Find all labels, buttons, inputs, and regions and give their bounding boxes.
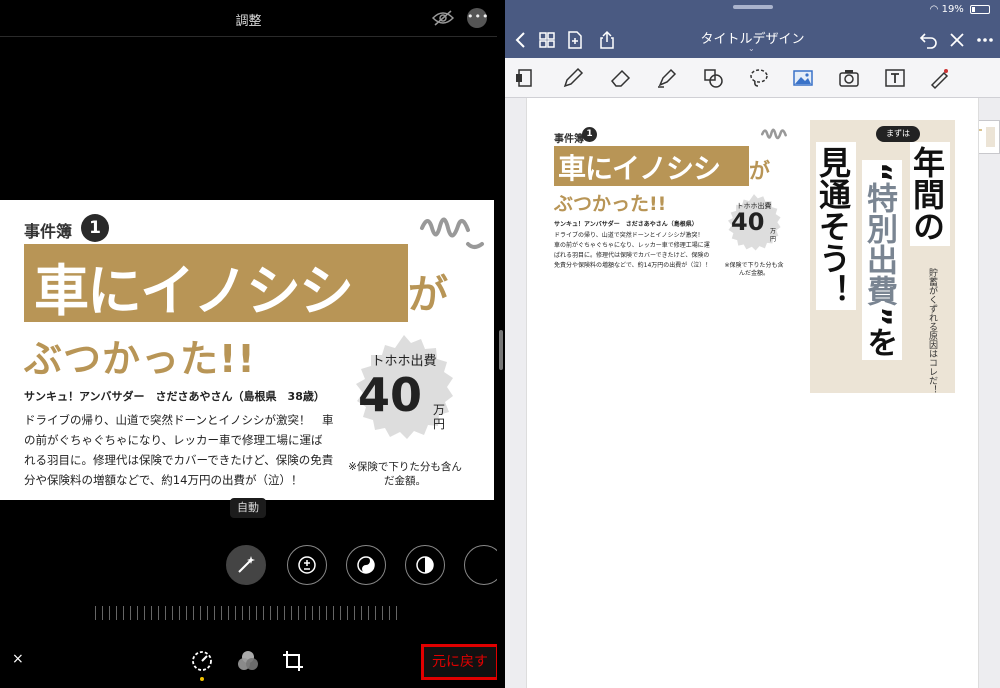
contrast-button[interactable]: [405, 545, 445, 585]
magic-wand-icon: [238, 556, 255, 573]
hide-eye-icon[interactable]: [432, 10, 454, 26]
cover-title-highlight: 特別出費: [861, 182, 897, 307]
stamp-label: トホホ出費: [371, 354, 437, 369]
contrast-icon: [416, 556, 434, 574]
case-label: 事件簿: [24, 222, 73, 241]
more-options-icon[interactable]: •••: [467, 8, 488, 28]
stamp-unit: 万円: [770, 228, 777, 243]
cancel-icon[interactable]: ×: [12, 651, 24, 667]
article-body: ドライブの帰り、山道で突然ドーンとイノシシが激突！ 車の前がぐちゃぐちゃになり、…: [554, 232, 712, 269]
stamp-note: ※保険で下りた分も含んだ金額。: [348, 461, 462, 487]
squiggle-decoration-icon: [420, 217, 484, 249]
notes-header: ◠ 19% タイトルデザイン ⌄: [505, 0, 1000, 58]
brilliance-button[interactable]: [346, 545, 386, 585]
auto-label: 自動: [230, 498, 266, 518]
yin-yang-icon: [357, 556, 375, 574]
exposure-button[interactable]: [287, 545, 327, 585]
more-icon[interactable]: [975, 30, 995, 50]
article-body: ドライブの帰り、山道で突然ドーンとイノシシが激突！ 車の前がぐちゃぐちゃになり、…: [24, 413, 334, 487]
title-chevron-icon[interactable]: ⌄: [748, 44, 755, 53]
cover-subtitle: 貯蓄がくずれる原因はコレだ！: [927, 268, 937, 394]
eraser-icon[interactable]: [609, 66, 633, 90]
top-divider: [0, 36, 497, 37]
highlighter-icon[interactable]: [655, 66, 679, 90]
cover-title-col1: 年間の: [908, 142, 950, 246]
editor-title: 調整: [235, 14, 262, 29]
byline: サンキュ！アンバサダー さださあやさん（島根県 38歳）: [24, 390, 325, 403]
headline: 車にイノシシ: [558, 152, 721, 185]
wifi-icon: ◠: [929, 4, 939, 15]
adjust-dial-icon[interactable]: [190, 649, 214, 673]
photo-editor-pane: 調整 ••• 事件簿 1 車にイノシシ が ぶつかった!! サンキュ！アンバサダ…: [0, 0, 504, 688]
squiggle-decoration-icon: [760, 128, 787, 140]
notebook-page[interactable]: 事件簿 1 車にイノシシ が ぶつかった!! サンキュ！アンバサダー さださあや…: [526, 98, 979, 688]
filters-icon[interactable]: [236, 649, 260, 673]
cover-title-col3: 見通そう！: [814, 142, 856, 310]
battery-icon: [970, 4, 990, 14]
active-tab-dot: [200, 677, 204, 681]
status-bar: ◠ 19%: [930, 4, 990, 15]
headline-suffix: が: [408, 272, 448, 318]
stamp-amount: 40: [358, 368, 423, 422]
headline-suffix: が: [749, 159, 770, 183]
byline: サンキュ！アンバサダー さださあやさん（島根県）: [554, 221, 698, 228]
image-icon[interactable]: [791, 66, 815, 90]
cover-quote-close: ”を: [861, 306, 897, 358]
split-view-handle[interactable]: [499, 330, 503, 370]
exposure-icon: [298, 556, 316, 574]
revert-button[interactable]: 元に戻す: [421, 644, 499, 680]
notes-app-pane: ◠ 19% タイトルデザイン ⌄ 事件簿 1 車にイノシシ が ぶつかった!! …: [505, 0, 1000, 688]
page-layout-icon[interactable]: [513, 66, 537, 90]
pen-icon[interactable]: [561, 66, 585, 90]
crop-rotate-icon[interactable]: [281, 649, 305, 673]
undo-icon[interactable]: [919, 30, 939, 50]
subheadline: ぶつかった!!: [24, 337, 256, 381]
stamp-note: ※保険で下りた分も含んだ金額。: [724, 262, 784, 277]
camera-icon[interactable]: [837, 66, 861, 90]
cover-badge: まずは: [876, 126, 920, 142]
lasso-icon[interactable]: [747, 66, 771, 90]
headline: 車にイノシシ: [34, 259, 354, 323]
auto-enhance-button[interactable]: [226, 545, 266, 585]
subheadline: ぶつかった!!: [554, 193, 667, 215]
adjust-slider[interactable]: [95, 606, 403, 620]
multitask-grabber[interactable]: [733, 5, 773, 9]
stamp-unit: 万円: [433, 403, 446, 431]
drawing-toolbar: [505, 58, 1000, 154]
cover-title-col2: “特別出費”を: [861, 160, 902, 360]
cover-quote-open: “: [861, 162, 897, 183]
case-number-badge: 1: [81, 214, 109, 242]
stamp-amount: 40: [731, 208, 765, 236]
shapes-icon[interactable]: [701, 66, 725, 90]
laser-pointer-icon[interactable]: [927, 66, 951, 90]
case-label: 事件簿: [554, 134, 584, 145]
photo-preview: 事件簿 1 車にイノシシ が ぶつかった!! サンキュ！アンバサダー さださあや…: [0, 200, 494, 500]
battery-percent: 19%: [941, 4, 964, 15]
close-tool-icon[interactable]: [947, 30, 967, 50]
text-tool-icon[interactable]: [883, 66, 907, 90]
case-number-badge: 1: [582, 127, 597, 142]
